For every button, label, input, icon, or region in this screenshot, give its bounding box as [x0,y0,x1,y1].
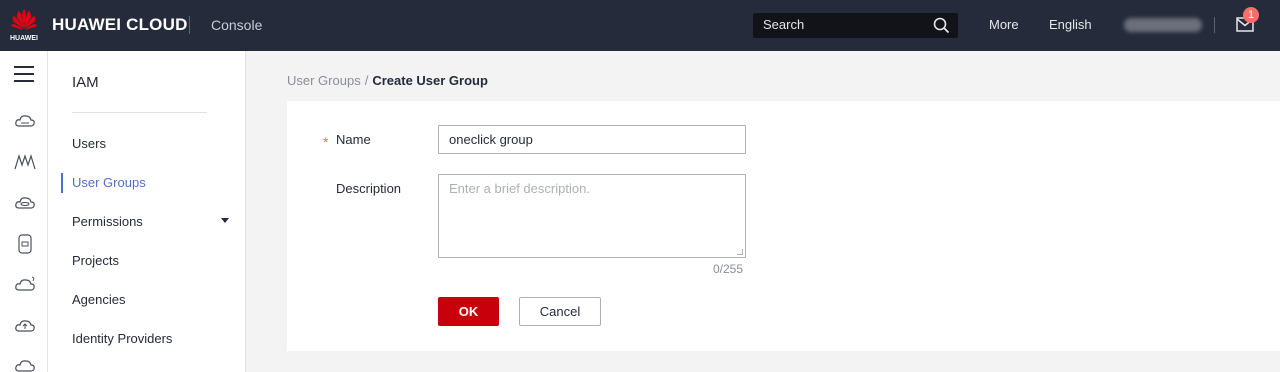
divider [1214,17,1215,33]
sidebar-item-projects[interactable]: Projects [72,253,119,268]
language-selector[interactable]: English [1049,17,1092,32]
search-icon[interactable] [933,17,950,34]
database-icon[interactable] [13,232,37,256]
sidebar-item-users[interactable]: Users [72,136,106,151]
required-asterisk: * [323,134,329,150]
create-user-group-form [287,101,1280,351]
chevron-down-icon[interactable] [221,218,229,223]
cloud-upload-icon[interactable] [13,314,37,338]
menu-icon[interactable] [14,66,34,82]
description-textarea[interactable]: Enter a brief description. [438,174,746,258]
top-navigation-bar: HUAWEI HUAWEI CLOUD Console Search More … [0,0,1280,51]
cloud-storage-icon[interactable] [13,191,37,215]
logo-text: HUAWEI [10,35,38,42]
huawei-logo[interactable]: HUAWEI [8,9,40,43]
search-input[interactable]: Search [753,13,958,38]
active-nav-indicator [61,173,63,193]
resize-handle-icon[interactable] [737,249,743,255]
network-icon[interactable] [13,150,37,174]
username-blurred[interactable] [1124,18,1202,32]
cancel-button[interactable]: Cancel [519,297,601,326]
huawei-flower-icon [11,9,37,30]
cloud-settings-icon[interactable] [13,354,37,372]
breadcrumb-current: Create User Group [372,73,488,88]
search-placeholder: Search [763,17,805,32]
char-counter: 0/255 [713,262,744,276]
description-placeholder: Enter a brief description. [449,181,590,196]
sidebar-item-identity-providers[interactable]: Identity Providers [72,331,172,346]
breadcrumb-user-groups-link[interactable]: User Groups [287,73,361,88]
divider [72,112,207,113]
breadcrumb-separator: / [364,73,369,88]
sidebar-item-permissions[interactable]: Permissions [72,214,143,229]
more-menu[interactable]: More [989,17,1019,32]
console-link[interactable]: Console [211,17,262,33]
notification-badge[interactable]: 1 [1243,7,1259,23]
breadcrumb: User Groups / Create User Group [287,73,488,88]
sidebar-title: IAM [72,74,99,91]
description-label: Description [336,181,402,196]
sidebar-item-user-groups[interactable]: User Groups [72,175,146,190]
brand-name[interactable]: HUAWEI CLOUD [52,15,188,35]
sidebar-item-agencies[interactable]: Agencies [72,292,125,307]
divider [189,16,190,34]
name-label: Name [336,132,371,147]
ok-button[interactable]: OK [438,297,499,326]
cloud-sync-icon[interactable] [13,273,37,297]
name-input[interactable]: oneclick group [438,125,746,154]
iam-sidebar: IAM Users User Groups Permissions Projec… [48,51,246,372]
cloud-server-icon[interactable] [13,110,37,134]
